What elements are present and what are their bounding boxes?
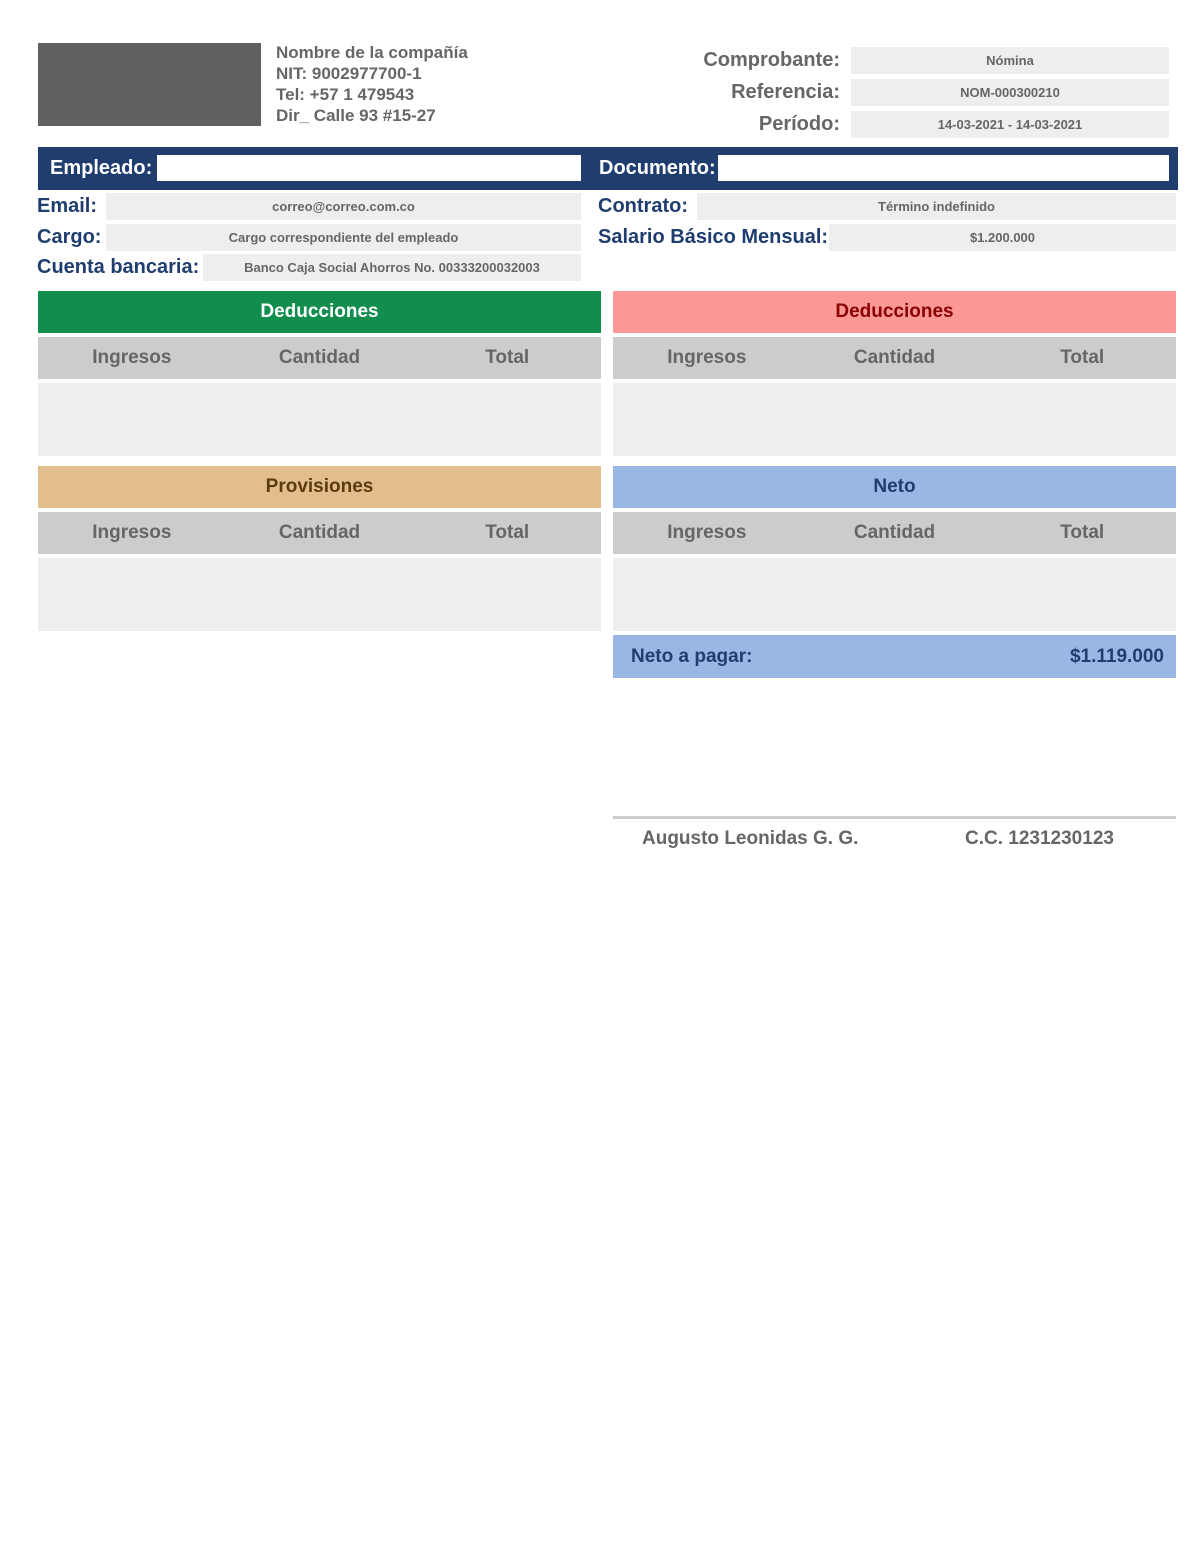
referencia-label: Referencia: xyxy=(731,81,840,103)
deducciones-title: Deducciones xyxy=(613,291,1176,333)
empleado-field[interactable] xyxy=(157,155,581,181)
signature-id: C.C. 1231230123 xyxy=(965,828,1114,849)
email-label: Email: xyxy=(37,195,98,217)
company-address: Dir_ Calle 93 #15-27 xyxy=(276,106,436,125)
cuenta-value: Banco Caja Social Ahorros No. 0033320003… xyxy=(203,254,581,281)
provisiones-body xyxy=(38,558,601,631)
col-total: Total xyxy=(1060,347,1105,368)
neto-columns: Ingresos Cantidad Total xyxy=(613,512,1176,554)
company-name: Nombre de la compañía xyxy=(276,43,468,62)
comprobante-label: Comprobante: xyxy=(703,49,840,71)
col-ingresos: Ingresos xyxy=(667,522,747,543)
provisiones-columns: Ingresos Cantidad Total xyxy=(38,512,601,554)
col-ingresos: Ingresos xyxy=(92,347,172,368)
salario-value: $1.200.000 xyxy=(829,224,1176,251)
provisiones-title: Provisiones xyxy=(38,466,601,508)
company-logo xyxy=(38,43,261,126)
neto-panel: Neto Ingresos Cantidad Total xyxy=(613,466,1176,631)
deducciones-body xyxy=(613,383,1176,456)
documento-field[interactable] xyxy=(718,155,1169,181)
col-cantidad: Cantidad xyxy=(278,522,361,543)
periodo-value: 14-03-2021 - 14-03-2021 xyxy=(851,111,1169,138)
col-ingresos: Ingresos xyxy=(92,522,172,543)
documento-label: Documento: xyxy=(599,157,716,179)
net-pay-value: $1.119.000 xyxy=(1069,646,1164,667)
referencia-value: NOM-000300210 xyxy=(851,79,1169,106)
contrato-label: Contrato: xyxy=(598,195,688,217)
empleado-label: Empleado: xyxy=(50,157,153,179)
ingresos-body xyxy=(38,383,601,456)
neto-body xyxy=(613,558,1176,631)
net-pay-label: Neto a pagar: xyxy=(631,646,753,667)
company-nit: NIT: 9002977700-1 xyxy=(276,64,422,83)
company-info: Nombre de la compañía NIT: 9002977700-1 … xyxy=(276,42,468,126)
cargo-value: Cargo correspondiente del empleado xyxy=(106,224,581,251)
email-value: correo@correo.com.co xyxy=(106,193,581,220)
col-cantidad: Cantidad xyxy=(278,347,361,368)
salario-label: Salario Básico Mensual: xyxy=(598,226,829,248)
deducciones-panel: Deducciones Ingresos Cantidad Total xyxy=(613,291,1176,456)
contrato-value: Término indefinido xyxy=(697,193,1176,220)
ingresos-title: Deducciones xyxy=(38,291,601,333)
col-total: Total xyxy=(485,347,530,368)
ingresos-columns: Ingresos Cantidad Total xyxy=(38,337,601,379)
comprobante-value: Nómina xyxy=(851,47,1169,74)
deducciones-columns: Ingresos Cantidad Total xyxy=(613,337,1176,379)
company-tel: Tel: +57 1 479543 xyxy=(276,85,415,104)
neto-title: Neto xyxy=(613,466,1176,508)
provisiones-panel: Provisiones Ingresos Cantidad Total xyxy=(38,466,601,631)
net-pay-row: Neto a pagar: $1.119.000 xyxy=(613,635,1176,678)
col-cantidad: Cantidad xyxy=(853,522,936,543)
signature-line xyxy=(613,816,1176,819)
col-total: Total xyxy=(1060,522,1105,543)
cuenta-label: Cuenta bancaria: xyxy=(37,256,200,278)
signature-name: Augusto Leonidas G. G. xyxy=(642,828,859,849)
cargo-label: Cargo: xyxy=(37,226,102,248)
col-cantidad: Cantidad xyxy=(853,347,936,368)
col-total: Total xyxy=(485,522,530,543)
ingresos-panel: Deducciones Ingresos Cantidad Total xyxy=(38,291,601,456)
col-ingresos: Ingresos xyxy=(667,347,747,368)
periodo-label: Período: xyxy=(758,113,840,135)
